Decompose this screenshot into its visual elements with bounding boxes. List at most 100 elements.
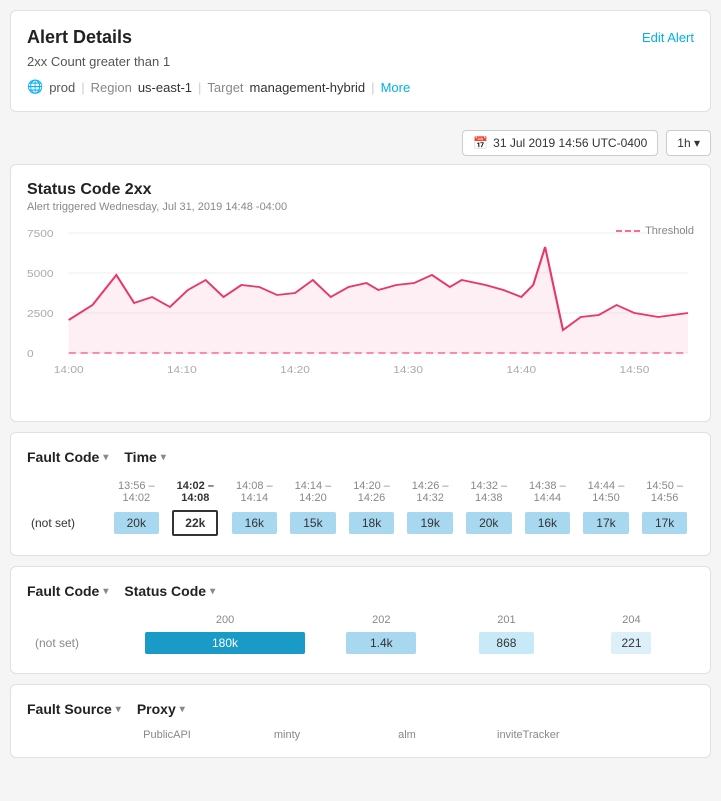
status-col-204: 204 (569, 611, 694, 629)
proxy-col-publicapi: PublicAPI (137, 729, 197, 741)
calendar-icon: 📅 (473, 136, 488, 150)
alert-meta: 🌐 prod | Region us-east-1 | Target manag… (27, 79, 694, 95)
time-table: 13:56 –14:02 14:02 –14:08 14:08 –14:14 1… (27, 477, 694, 539)
fault-code-header[interactable]: Fault Code ▾ (27, 449, 108, 465)
separator2: | (198, 80, 201, 95)
time-header[interactable]: Time ▾ (124, 449, 165, 465)
dropdown-icon: ▾ (694, 136, 700, 150)
chart-svg: 7500 5000 2500 0 14:00 14:10 14:20 14:30… (27, 225, 694, 385)
status-table-header-row: 200 202 201 204 (27, 611, 694, 629)
globe-icon: 🌐 (27, 79, 43, 95)
cell-0: 20k (107, 507, 166, 539)
date-picker-button[interactable]: 📅 31 Jul 2019 14:56 UTC-0400 (462, 130, 658, 156)
cell-bar-0: 20k (114, 512, 160, 534)
status-code-label: Status Code (124, 583, 206, 599)
status-cell-204: 221 (569, 629, 694, 657)
chart-subtitle: Alert triggered Wednesday, Jul 31, 2019 … (27, 201, 694, 213)
cell-bar-1: 22k (172, 510, 218, 536)
edit-alert-link[interactable]: Edit Alert (642, 30, 694, 45)
status-bar-200: 180k (145, 632, 305, 654)
fault-code-arrow: ▾ (103, 452, 108, 463)
svg-text:0: 0 (27, 349, 34, 360)
cell-bar-6: 20k (466, 512, 512, 534)
svg-text:2500: 2500 (27, 309, 53, 320)
proxy-col-alm: alm (377, 729, 437, 741)
time-col-8: 14:44 –14:50 (577, 477, 636, 507)
status-bar-202: 1.4k (346, 632, 416, 654)
toolbar: 📅 31 Jul 2019 14:56 UTC-0400 1h ▾ (0, 122, 721, 164)
target-value: management-hybrid (250, 80, 366, 95)
time-col-2: 14:08 –14:14 (225, 477, 284, 507)
threshold-legend: Threshold (616, 225, 694, 237)
separator3: | (371, 80, 374, 95)
svg-text:14:50: 14:50 (620, 365, 650, 376)
fault-code-label: Fault Code (27, 449, 99, 465)
status-code-arrow: ▾ (210, 586, 215, 597)
time-col-0: 13:56 –14:02 (107, 477, 166, 507)
region-value: us-east-1 (138, 80, 192, 95)
time-range-button[interactable]: 1h ▾ (666, 130, 711, 156)
time-col-1: 14:02 –14:08 (166, 477, 225, 507)
cell-4: 18k (342, 507, 401, 539)
empty-status-header (27, 611, 131, 629)
cell-bar-9: 17k (642, 512, 688, 534)
proxy-col2[interactable]: Proxy ▾ (137, 701, 185, 717)
cell-bar-5: 19k (407, 512, 453, 534)
status-bar-201: 868 (479, 632, 534, 654)
alert-details-header: Alert Details Edit Alert (27, 27, 694, 48)
time-col-6: 14:32 –14:38 (459, 477, 518, 507)
cell-8: 17k (577, 507, 636, 539)
fault-source-col1[interactable]: Fault Source ▾ (27, 701, 121, 717)
cell-1: 22k (166, 507, 225, 539)
fault-source-card: Fault Source ▾ Proxy ▾ PublicAPI minty a… (10, 684, 711, 758)
proxy-arrow: ▾ (180, 704, 185, 715)
cell-3: 15k (284, 507, 343, 539)
time-col-3: 14:14 –14:20 (284, 477, 343, 507)
status-cell-200: 180k (131, 629, 319, 657)
cell-5: 19k (401, 507, 460, 539)
cell-6: 20k (459, 507, 518, 539)
empty-header (27, 477, 107, 507)
status-code-col2[interactable]: Status Code ▾ (124, 583, 215, 599)
status-bar-204: 221 (611, 632, 651, 654)
status-table: 200 202 201 204 (not set) 180k 1.4k 868 … (27, 611, 694, 657)
cell-bar-8: 17k (583, 512, 629, 534)
svg-text:14:30: 14:30 (393, 365, 423, 376)
status-col-202: 202 (319, 611, 444, 629)
chart-card: Status Code 2xx Alert triggered Wednesda… (10, 164, 711, 422)
more-link[interactable]: More (381, 80, 411, 95)
time-col-4: 14:20 –14:26 (342, 477, 401, 507)
svg-text:7500: 7500 (27, 229, 53, 240)
separator: | (81, 80, 84, 95)
chart-container: Threshold 7500 5000 2500 0 14:00 14:10 1… (27, 225, 694, 405)
date-value: 31 Jul 2019 14:56 UTC-0400 (493, 136, 647, 150)
status-cell-201: 868 (444, 629, 569, 657)
row-label: (not set) (27, 507, 107, 539)
time-col-5: 14:26 –14:32 (401, 477, 460, 507)
fault-source-label: Fault Source (27, 701, 112, 717)
time-arrow: ▾ (161, 452, 166, 463)
time-range-value: 1h (677, 136, 690, 150)
fault-code-status-col1[interactable]: Fault Code ▾ (27, 583, 108, 599)
proxy-col-minty: minty (257, 729, 317, 741)
time-col-9: 14:50 –14:56 (635, 477, 694, 507)
alert-description: 2xx Count greater than 1 (27, 54, 694, 69)
cell-bar-7: 16k (525, 512, 571, 534)
fault-code-time-header-row: Fault Code ▾ Time ▾ (27, 449, 694, 465)
time-col-7: 14:38 –14:44 (518, 477, 577, 507)
fault-source-header-row: Fault Source ▾ Proxy ▾ (27, 701, 694, 717)
proxy-label: Proxy (137, 701, 176, 717)
proxy-column-headers: PublicAPI minty alm inviteTracker (27, 729, 694, 741)
status-table-row: (not set) 180k 1.4k 868 221 (27, 629, 694, 657)
fault-code-time-card: Fault Code ▾ Time ▾ 13:56 –14:02 14:02 –… (10, 432, 711, 556)
status-col-201: 201 (444, 611, 569, 629)
cell-bar-2: 16k (232, 512, 278, 534)
alert-details-card: Alert Details Edit Alert 2xx Count great… (10, 10, 711, 112)
status-row-label: (not set) (27, 629, 131, 657)
fault-code-status-arrow: ▾ (103, 586, 108, 597)
cell-7: 16k (518, 507, 577, 539)
svg-text:14:20: 14:20 (280, 365, 310, 376)
svg-text:5000: 5000 (27, 269, 53, 280)
env-value: prod (49, 80, 75, 95)
chart-title: Status Code 2xx (27, 181, 694, 199)
